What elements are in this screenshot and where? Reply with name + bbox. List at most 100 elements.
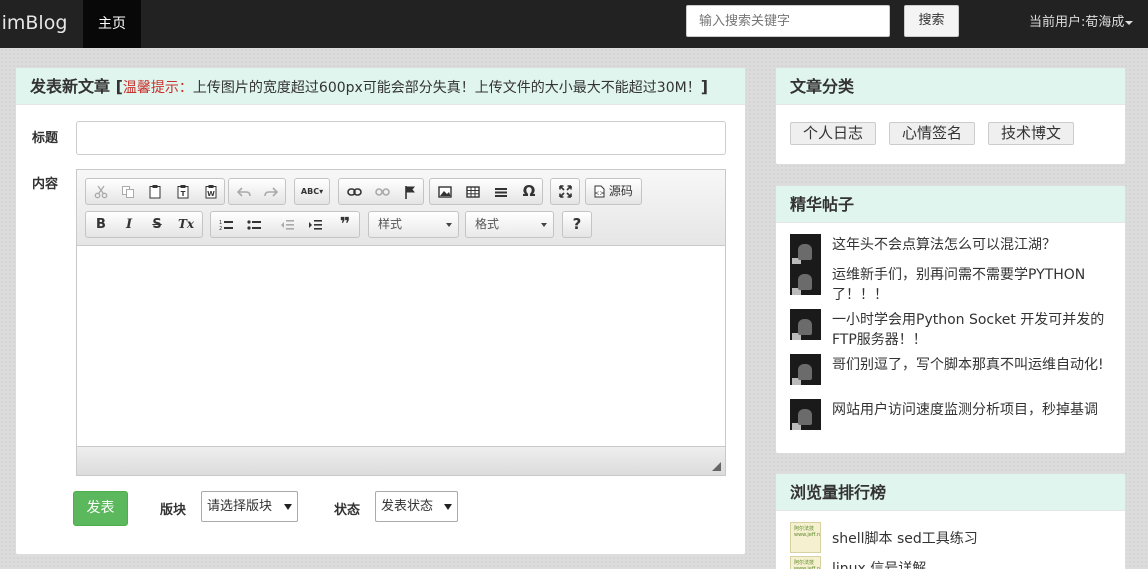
spellcheck-group: ABC▾ xyxy=(294,178,330,205)
format-combo-label: 格式 xyxy=(475,217,500,231)
source-group: <> 源码 xyxy=(585,178,642,205)
notice-label: 温馨提示： xyxy=(122,80,193,96)
section-select[interactable]: 请选择版块 xyxy=(201,491,298,522)
post-title[interactable]: 运维新手们，别再问需不需要学PYTHON了！！！ xyxy=(832,265,1112,305)
insert-group: Ω xyxy=(429,178,543,205)
table-icon[interactable] xyxy=(459,179,487,204)
post-thumbnail xyxy=(790,354,821,385)
title-input[interactable] xyxy=(76,121,726,155)
clipboard-group: T W xyxy=(85,178,225,205)
search-input[interactable] xyxy=(686,5,890,37)
current-user-label: 当前用户:荀海成 xyxy=(1029,15,1125,30)
post-title[interactable]: 哥们别逗了，写个脚本那真不叫运维自动化! xyxy=(832,355,1112,375)
category-panel: 文章分类 个人日志 心情签名 技术博文 xyxy=(775,67,1126,165)
page-title: 发表新文章 xyxy=(30,77,111,96)
basic-style-group: B I S Tx xyxy=(85,211,203,238)
new-article-header: 发表新文章 [温馨提示：上传图片的宽度超过600px可能会部分失真！上传文件的大… xyxy=(16,68,745,105)
notice-close-bracket: ] xyxy=(700,77,709,96)
thumbnail-logo-text: 阿尔法技 www.jeff.net xyxy=(794,560,821,569)
svg-text:T: T xyxy=(181,190,186,198)
svg-text:2: 2 xyxy=(219,226,222,231)
post-thumbnail xyxy=(790,309,821,340)
paste-word-icon[interactable]: W xyxy=(197,179,225,204)
caret-down-icon xyxy=(1125,20,1134,25)
bulleted-list-icon[interactable] xyxy=(240,212,268,237)
italic-button[interactable]: I xyxy=(115,212,143,237)
select-arrow-icon xyxy=(444,504,452,510)
editor-status-bar xyxy=(77,446,725,475)
help-button[interactable]: ? xyxy=(563,212,591,237)
post-thumbnail xyxy=(790,399,821,430)
remove-format-button[interactable]: Tx xyxy=(172,212,200,237)
paste-text-icon[interactable]: T xyxy=(169,179,197,204)
dropdown-arrow-icon xyxy=(541,223,547,227)
status-select-value: 发表状态 xyxy=(381,499,434,514)
format-combo[interactable]: 格式 xyxy=(465,211,554,238)
new-article-panel: 发表新文章 [温馨提示：上传图片的宽度超过600px可能会部分失真！上传文件的大… xyxy=(15,67,746,555)
link-group xyxy=(338,178,424,205)
category-tag[interactable]: 个人日志 xyxy=(790,122,877,145)
nav-home-link[interactable]: 主页 xyxy=(83,0,141,48)
featured-posts-panel: 精华帖子 这年头不会点算法怎么可以混江湖？ 运维新手们，别再问需不需要学PYTH… xyxy=(775,185,1126,454)
outdent-icon[interactable] xyxy=(273,212,301,237)
source-button[interactable]: <> 源码 xyxy=(586,179,641,204)
ranking-thumbnail: 阿尔法技 www.jeff.net xyxy=(790,556,821,569)
horizontal-line-icon[interactable] xyxy=(487,179,515,204)
cut-icon[interactable] xyxy=(87,179,115,204)
copy-icon[interactable] xyxy=(114,179,142,204)
featured-header: 精华帖子 xyxy=(776,186,1125,223)
category-header: 文章分类 xyxy=(776,68,1125,105)
editor-content-area[interactable] xyxy=(77,246,725,446)
paste-icon[interactable] xyxy=(141,179,169,204)
top-navbar: JimBlog 主页 搜索 当前用户:荀海成 xyxy=(0,0,1148,48)
svg-text:W: W xyxy=(207,190,215,198)
svg-text:<>: <> xyxy=(595,190,605,197)
category-tag[interactable]: 技术博文 xyxy=(988,122,1075,145)
ranking-item[interactable]: linux 信号详解 xyxy=(832,558,926,569)
publish-button[interactable]: 发表 xyxy=(73,491,128,526)
numbered-list-icon[interactable]: 12 xyxy=(212,212,240,237)
link-icon[interactable] xyxy=(340,179,368,204)
search-button[interactable]: 搜索 xyxy=(904,5,959,37)
select-arrow-icon xyxy=(284,504,292,510)
title-label: 标题 xyxy=(32,131,59,146)
status-select[interactable]: 发表状态 xyxy=(375,491,458,522)
maximize-group xyxy=(550,178,580,205)
help-group: ? xyxy=(562,211,592,238)
special-char-omega-icon[interactable]: Ω xyxy=(515,179,543,204)
post-title[interactable]: 这年头不会点算法怎么可以混江湖？ xyxy=(832,235,1112,255)
editor-toolbar: T W ABC▾ Ω <> 源码 B I S Tx 1 2 ❞ 样式 格式 ? xyxy=(77,170,725,246)
blockquote-icon[interactable]: ❞ xyxy=(331,212,359,237)
bold-button[interactable]: B xyxy=(87,212,115,237)
notice-text: 上传图片的宽度超过600px可能会部分失真！上传文件的大小最大不能超过30M！ xyxy=(192,80,701,96)
maximize-icon[interactable] xyxy=(551,179,579,204)
history-group xyxy=(228,178,286,205)
ranking-header: 浏览量排行榜 xyxy=(776,474,1125,511)
resize-handle-icon[interactable] xyxy=(712,462,721,471)
spellcheck-icon[interactable]: ABC▾ xyxy=(295,179,329,204)
strikethrough-button[interactable]: S xyxy=(143,212,171,237)
anchor-flag-icon[interactable] xyxy=(396,179,424,204)
brand-logo[interactable]: JimBlog xyxy=(0,0,83,48)
content-label: 内容 xyxy=(32,177,59,192)
unlink-icon[interactable] xyxy=(368,179,396,204)
section-label: 版块 xyxy=(160,503,187,518)
current-user-menu[interactable]: 当前用户:荀海成 xyxy=(1029,0,1134,46)
post-title[interactable]: 一小时学会用Python Socket 开发可并发的FTP服务器！！ xyxy=(832,310,1112,350)
style-combo-label: 样式 xyxy=(378,217,403,231)
indent-icon[interactable] xyxy=(301,212,329,237)
dropdown-arrow-icon xyxy=(446,223,452,227)
thumbnail-logo-text: 阿尔法技 www.jeff.net xyxy=(794,526,821,538)
style-combo[interactable]: 样式 xyxy=(368,211,459,238)
image-icon[interactable] xyxy=(431,179,459,204)
view-ranking-panel: 浏览量排行榜 阿尔法技 www.jeff.net shell脚本 sed工具练习… xyxy=(775,473,1126,569)
redo-icon[interactable] xyxy=(257,179,285,204)
post-title[interactable]: 网站用户访问速度监测分析项目，秒掉基调 xyxy=(832,400,1112,420)
notice-open-bracket: [ xyxy=(115,77,123,96)
category-tag[interactable]: 心情签名 xyxy=(889,122,976,145)
ranking-item[interactable]: shell脚本 sed工具练习 xyxy=(832,528,978,548)
undo-icon[interactable] xyxy=(230,179,258,204)
rich-text-editor: T W ABC▾ Ω <> 源码 B I S Tx 1 2 ❞ 样式 格式 ? xyxy=(76,169,726,476)
post-thumbnail xyxy=(790,234,821,265)
status-label: 状态 xyxy=(334,503,361,518)
